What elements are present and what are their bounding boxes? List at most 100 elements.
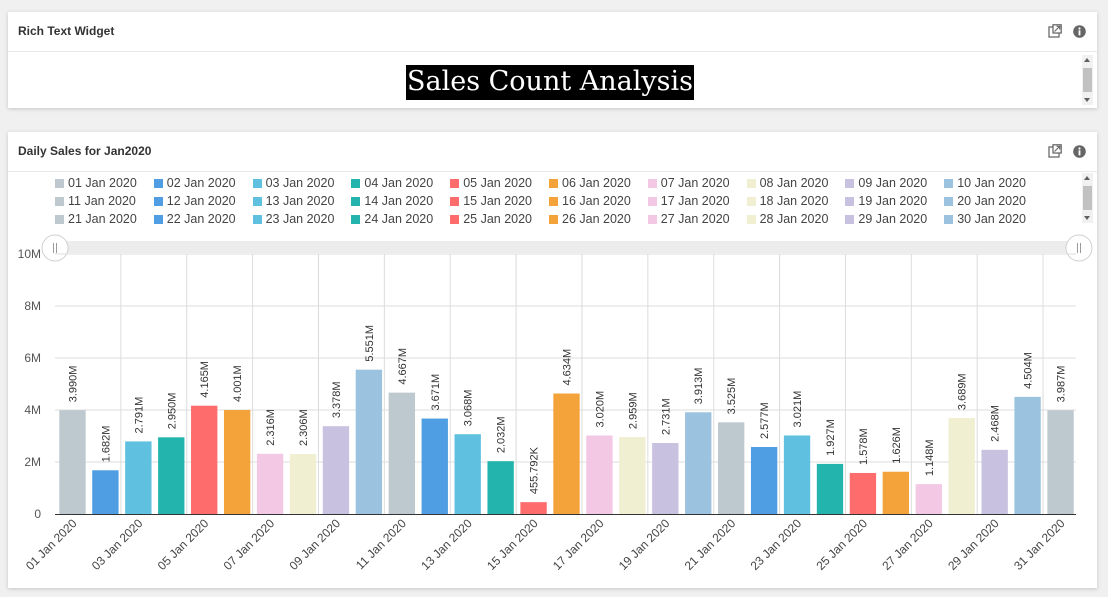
legend-swatch bbox=[845, 214, 855, 224]
x-tick-label: 13 Jan 2020 bbox=[418, 516, 475, 573]
scroll-down-arrow-icon[interactable] bbox=[1084, 98, 1090, 102]
legend-item[interactable]: 29 Jan 2020 bbox=[845, 212, 927, 225]
bar[interactable] bbox=[388, 392, 415, 514]
legend-swatch bbox=[450, 178, 460, 188]
bar[interactable] bbox=[256, 453, 284, 514]
bar[interactable] bbox=[882, 471, 910, 514]
bar[interactable] bbox=[191, 405, 218, 514]
range-slider-track[interactable] bbox=[55, 241, 1079, 253]
bar[interactable] bbox=[849, 472, 877, 514]
legend-item[interactable]: 30 Jan 2020 bbox=[944, 212, 1026, 225]
x-tick-label: 21 Jan 2020 bbox=[682, 516, 739, 573]
rich-text-widget-header: Rich Text Widget bbox=[8, 12, 1097, 52]
legend-item[interactable]: 09 Jan 2020 bbox=[845, 176, 927, 190]
legend-item[interactable]: 12 Jan 2020 bbox=[153, 194, 236, 208]
bar[interactable] bbox=[783, 435, 811, 514]
legend-item[interactable]: 13 Jan 2020 bbox=[252, 194, 335, 208]
legend-swatch bbox=[647, 178, 657, 188]
legend-item[interactable]: 17 Jan 2020 bbox=[647, 194, 730, 208]
legend-label: 10 Jan 2020 bbox=[957, 176, 1026, 190]
bar[interactable] bbox=[948, 418, 975, 514]
bar[interactable] bbox=[355, 369, 383, 514]
range-slider-left-handle[interactable] bbox=[41, 234, 69, 262]
bar[interactable] bbox=[1047, 410, 1074, 514]
bar[interactable] bbox=[915, 484, 942, 514]
expand-icon[interactable] bbox=[1048, 144, 1062, 158]
legend-item[interactable]: 04 Jan 2020 bbox=[351, 176, 433, 190]
bar[interactable] bbox=[487, 461, 514, 514]
legend-item[interactable]: 05 Jan 2020 bbox=[450, 176, 532, 190]
legend-item[interactable]: 25 Jan 2020 bbox=[450, 212, 532, 225]
legend-label: 05 Jan 2020 bbox=[463, 176, 532, 190]
scroll-up-arrow-icon[interactable] bbox=[1084, 58, 1090, 62]
bar[interactable] bbox=[125, 441, 152, 514]
scroll-thumb[interactable] bbox=[1083, 68, 1092, 92]
bar[interactable] bbox=[1014, 396, 1041, 514]
bar[interactable] bbox=[59, 410, 86, 514]
legend-item[interactable]: 15 Jan 2020 bbox=[450, 194, 532, 208]
bar[interactable] bbox=[652, 442, 679, 514]
legend-item[interactable]: 27 Jan 2020 bbox=[647, 212, 730, 225]
data-label: 1.578M bbox=[858, 428, 870, 465]
legend-item[interactable]: 08 Jan 2020 bbox=[746, 176, 828, 190]
x-tick-label: 15 Jan 2020 bbox=[484, 516, 541, 573]
legend-item[interactable]: 21 Jan 2020 bbox=[55, 212, 137, 225]
range-slider-right-handle[interactable] bbox=[1065, 234, 1093, 262]
info-icon[interactable] bbox=[1072, 24, 1086, 38]
legend-item[interactable]: 19 Jan 2020 bbox=[845, 194, 927, 208]
bar[interactable] bbox=[454, 434, 481, 514]
bar[interactable] bbox=[718, 422, 745, 514]
legend-item[interactable]: 16 Jan 2020 bbox=[549, 194, 631, 208]
bar[interactable] bbox=[586, 435, 613, 514]
legend-label: 03 Jan 2020 bbox=[265, 176, 335, 190]
x-tick-label: 05 Jan 2020 bbox=[155, 516, 212, 573]
legend-item[interactable]: 01 Jan 2020 bbox=[55, 176, 137, 190]
bar[interactable] bbox=[158, 437, 185, 514]
bar[interactable] bbox=[685, 412, 712, 514]
data-label: 5.551M bbox=[364, 325, 376, 362]
scroll-thumb[interactable] bbox=[1083, 186, 1092, 210]
bar[interactable] bbox=[619, 437, 646, 514]
legend-item[interactable]: 28 Jan 2020 bbox=[746, 212, 828, 225]
legend-label: 24 Jan 2020 bbox=[364, 212, 434, 225]
legend-item[interactable]: 03 Jan 2020 bbox=[252, 176, 335, 190]
bar[interactable] bbox=[92, 470, 119, 514]
legend-label: 13 Jan 2020 bbox=[265, 194, 335, 208]
legend-item[interactable]: 11 Jan 2020 bbox=[55, 194, 136, 208]
bar[interactable] bbox=[223, 409, 251, 514]
y-tick-label: 6M bbox=[24, 351, 41, 365]
legend-item[interactable]: 07 Jan 2020 bbox=[647, 176, 730, 190]
legend-item[interactable]: 23 Jan 2020 bbox=[252, 212, 334, 225]
bar[interactable] bbox=[750, 446, 778, 514]
bar[interactable] bbox=[322, 426, 350, 514]
expand-icon[interactable] bbox=[1048, 24, 1062, 38]
scroll-up-arrow-icon[interactable] bbox=[1084, 176, 1090, 180]
legend-item[interactable]: 22 Jan 2020 bbox=[153, 212, 236, 225]
data-label: 455.792K bbox=[529, 446, 541, 494]
bar[interactable] bbox=[520, 502, 547, 514]
legend-scrollbar[interactable] bbox=[1082, 173, 1093, 223]
bar[interactable] bbox=[981, 449, 1008, 514]
data-label: 4.165M bbox=[199, 361, 211, 398]
legend-swatch bbox=[351, 214, 361, 224]
legend-item[interactable]: 10 Jan 2020 bbox=[944, 176, 1026, 190]
legend-item[interactable]: 14 Jan 2020 bbox=[351, 194, 433, 208]
legend-item[interactable]: 18 Jan 2020 bbox=[746, 194, 829, 208]
legend-label: 30 Jan 2020 bbox=[957, 212, 1026, 225]
bar[interactable] bbox=[421, 418, 448, 514]
legend-item[interactable]: 06 Jan 2020 bbox=[549, 176, 631, 190]
bar[interactable] bbox=[553, 393, 580, 514]
legend-item[interactable]: 24 Jan 2020 bbox=[351, 212, 433, 225]
bar[interactable] bbox=[816, 463, 844, 514]
data-label: 2.306M bbox=[298, 409, 310, 446]
legend-item[interactable]: 02 Jan 2020 bbox=[153, 176, 236, 190]
legend-item[interactable]: 20 Jan 2020 bbox=[944, 194, 1026, 208]
scroll-down-arrow-icon[interactable] bbox=[1084, 216, 1090, 220]
bar[interactable] bbox=[289, 454, 317, 514]
legend-label: 18 Jan 2020 bbox=[759, 194, 829, 208]
legend-item[interactable]: 26 Jan 2020 bbox=[549, 212, 631, 225]
info-icon[interactable] bbox=[1072, 144, 1086, 158]
daily-sales-widget-header: Daily Sales for Jan2020 bbox=[8, 132, 1097, 172]
rich-text-scrollbar[interactable] bbox=[1082, 55, 1093, 105]
legend-label: 26 Jan 2020 bbox=[562, 212, 631, 225]
